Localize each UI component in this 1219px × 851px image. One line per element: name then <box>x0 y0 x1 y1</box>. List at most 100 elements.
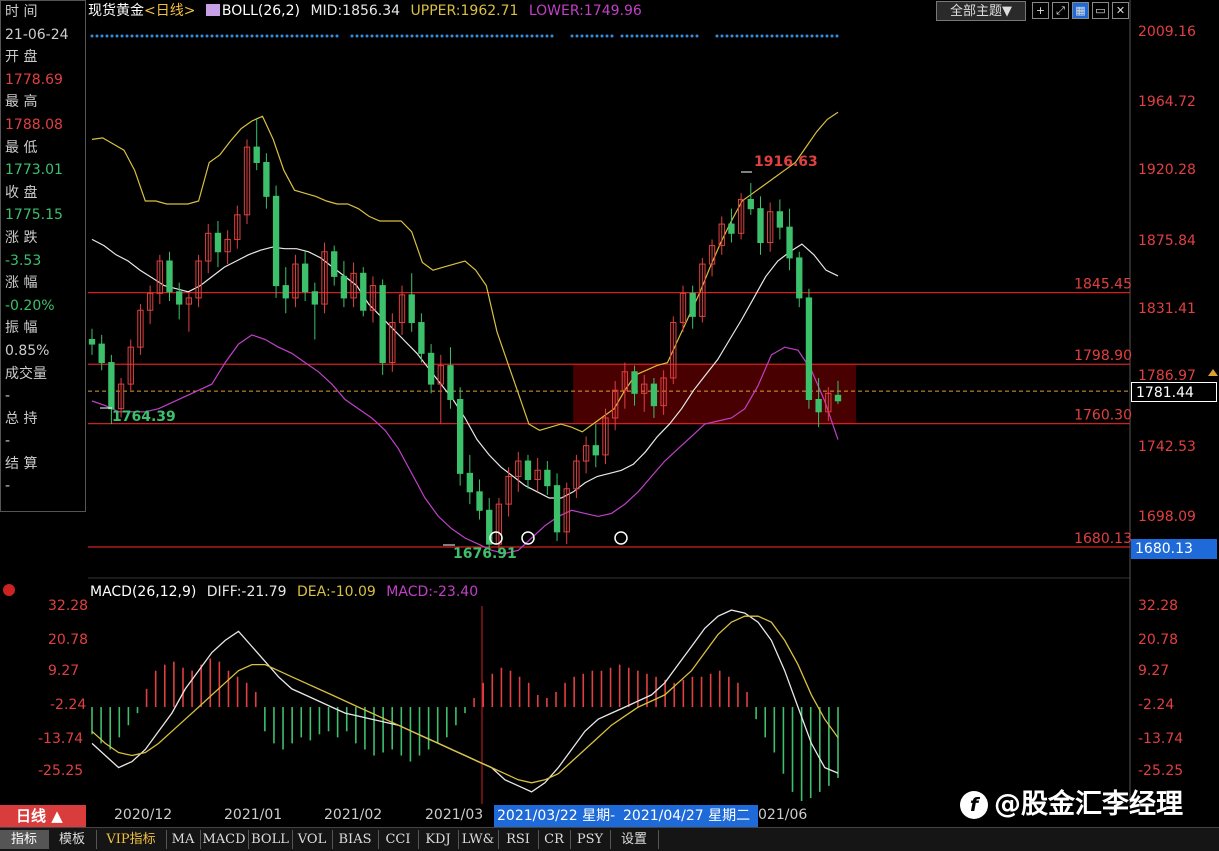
candle[interactable] <box>195 254 202 308</box>
tab-13[interactable]: PSY <box>570 830 611 849</box>
candle[interactable] <box>553 473 561 542</box>
candle[interactable] <box>146 285 154 325</box>
candle[interactable] <box>515 451 522 492</box>
tab-5[interactable]: BOLL <box>248 830 293 849</box>
period-label[interactable]: <日线> <box>144 3 195 19</box>
candle[interactable] <box>427 344 435 394</box>
candle[interactable] <box>301 251 309 301</box>
candle[interactable] <box>728 208 735 243</box>
tab-6[interactable]: VOL <box>292 830 333 849</box>
signal-dot <box>200 34 204 38</box>
candle[interactable] <box>796 251 803 308</box>
candle[interactable] <box>311 282 318 340</box>
tab-0[interactable]: 指标 <box>0 830 49 849</box>
candle[interactable] <box>544 461 551 495</box>
candle[interactable] <box>263 153 270 209</box>
indicator-name[interactable]: BOLL(26,2) <box>222 3 300 19</box>
candle[interactable] <box>369 276 377 323</box>
signal-dot <box>230 34 234 38</box>
candle[interactable] <box>214 220 222 268</box>
candle[interactable] <box>747 183 754 215</box>
candle[interactable] <box>805 288 813 409</box>
support-price-flag[interactable]: 1680.13 <box>1131 539 1217 559</box>
signal-dot <box>290 34 294 38</box>
signal-dot <box>295 34 299 38</box>
tab-2[interactable]: VIP指标 <box>96 830 167 849</box>
candle[interactable] <box>379 279 386 375</box>
candle[interactable] <box>408 273 415 332</box>
candle[interactable] <box>582 436 590 474</box>
candle[interactable] <box>88 328 96 355</box>
signal-dot <box>325 34 329 38</box>
tab-10[interactable]: LW& <box>458 830 499 849</box>
candle[interactable] <box>592 424 599 468</box>
tab-14[interactable]: 设置 <box>610 830 659 849</box>
tab-4[interactable]: MACD <box>200 830 249 849</box>
minimize-icon[interactable]: ▭ <box>1092 2 1109 19</box>
candle[interactable] <box>389 313 396 372</box>
candle[interactable] <box>321 242 328 314</box>
tab-9[interactable]: KDJ <box>418 830 459 849</box>
candle[interactable] <box>137 304 144 355</box>
theme-dropdown-button[interactable]: 全部主题▼ <box>936 1 1026 21</box>
candle[interactable] <box>340 260 348 308</box>
candle[interactable] <box>776 199 784 240</box>
candle[interactable] <box>282 267 289 314</box>
candle[interactable] <box>234 205 241 249</box>
candle[interactable] <box>292 254 299 308</box>
close-icon[interactable]: ✕ <box>1112 2 1129 19</box>
candle[interactable] <box>534 457 541 492</box>
tab-8[interactable]: CCI <box>378 830 419 849</box>
tab-7[interactable]: BIAS <box>332 830 379 849</box>
signal-dot <box>835 34 839 38</box>
candle[interactable] <box>176 282 183 320</box>
candle[interactable] <box>185 293 193 332</box>
candle[interactable] <box>486 497 493 552</box>
level-label-2: 1760.30 <box>1074 408 1132 424</box>
macd-macd-value: MACD:-23.40 <box>386 584 479 600</box>
candle[interactable] <box>243 139 251 225</box>
signal-dot <box>500 34 504 38</box>
candle[interactable] <box>456 387 464 486</box>
tab-1[interactable]: 模板 <box>48 830 97 849</box>
candle[interactable] <box>127 339 134 391</box>
candle[interactable] <box>156 254 163 305</box>
candle[interactable] <box>476 479 483 520</box>
signal-dot <box>420 34 424 38</box>
candle[interactable] <box>253 117 260 171</box>
period-button[interactable]: 日线 ▲ <box>0 805 86 827</box>
macd-name[interactable]: MACD(26,12,9) <box>90 584 196 600</box>
crosshair-icon[interactable]: + <box>1032 2 1049 19</box>
candle[interactable] <box>166 251 173 301</box>
price-tick-7: 1698.09 <box>1138 509 1196 525</box>
candle[interactable] <box>786 208 793 271</box>
candle[interactable] <box>767 202 774 252</box>
signal-dot <box>105 34 109 38</box>
tab-3[interactable]: MA <box>166 830 201 849</box>
macd-settings-icon[interactable] <box>3 584 15 596</box>
candle[interactable] <box>524 454 532 489</box>
price-chart[interactable]: 1845.45 1798.90 1760.30 1680.13 1916.63 1676.… <box>0 0 1219 850</box>
symbol-name[interactable]: 现货黄金 <box>88 3 144 19</box>
expand-icon[interactable]: ⤢ <box>1052 2 1069 19</box>
chart-icon[interactable]: ▦ <box>1072 2 1089 19</box>
candle[interactable] <box>437 354 444 425</box>
tab-12[interactable]: CR <box>538 830 571 849</box>
candle[interactable] <box>360 267 367 317</box>
signal-dot <box>380 34 384 38</box>
tab-11[interactable]: RSI <box>498 830 539 849</box>
candle[interactable] <box>466 454 474 505</box>
price-axis: 2009.16 1964.72 1920.28 1875.84 1831.41 1786.… <box>1130 0 1219 800</box>
candle[interactable] <box>447 347 454 409</box>
candle[interactable] <box>418 313 425 363</box>
candle[interactable] <box>757 196 764 255</box>
circle-marker[interactable] <box>614 531 628 545</box>
candle[interactable] <box>272 185 280 298</box>
info-row-4: 最 高 <box>5 94 38 111</box>
current-price-flag[interactable]: 1781.44 <box>1131 382 1217 402</box>
candle[interactable] <box>224 230 231 265</box>
candle[interactable] <box>205 224 212 274</box>
price-tick-3: 1875.84 <box>1138 233 1196 249</box>
candle[interactable] <box>98 334 105 371</box>
candle[interactable] <box>331 245 338 286</box>
